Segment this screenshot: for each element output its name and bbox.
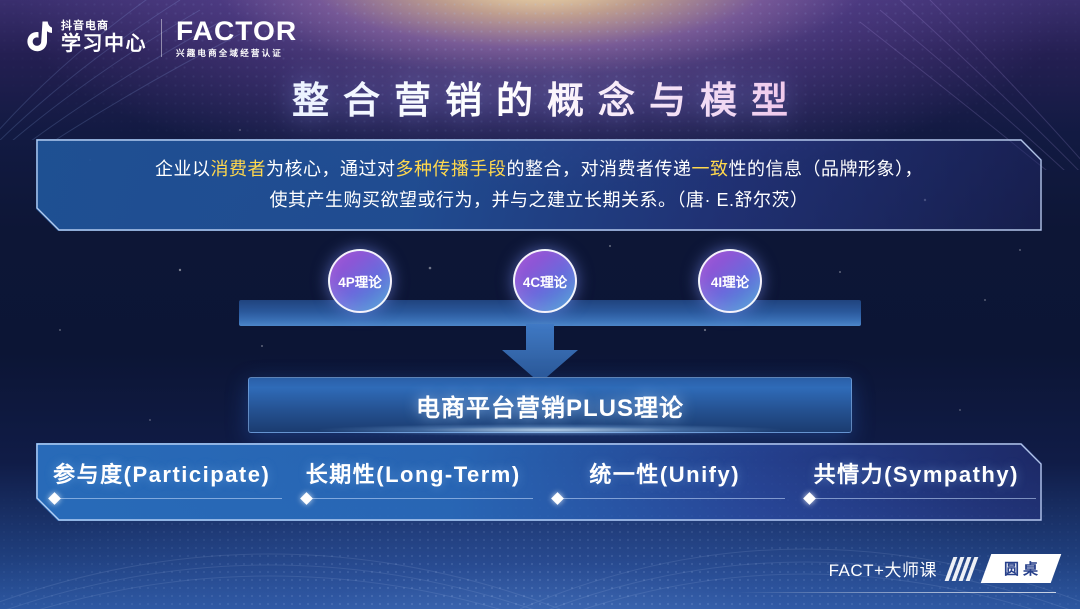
plus-model-glow (320, 424, 780, 436)
page-title: 整合营销的概念与模型 (0, 70, 1080, 124)
down-arrow-icon (502, 324, 578, 383)
definition-panel: 企业以消费者为核心，通过对多种传播手段的整合，对消费者传递一致性的信息（品牌形象… (36, 139, 1042, 231)
factor-wordmark: FACTOR (176, 16, 298, 46)
brand-header: 抖音电商 学习中心 FACTOR 兴趣电商全域经营认证 (22, 14, 296, 62)
term-rule (557, 498, 785, 499)
definition-text-d: 性的信息（品牌形象）， (728, 159, 923, 179)
term-label: 参与度(Participate) (53, 462, 271, 487)
theory-circle-4c[interactable]: 4C理论 (513, 249, 577, 313)
slash-marks-icon (944, 556, 979, 581)
definition-line-1: 企业以消费者为核心，通过对多种传播手段的整合，对消费者传递一致性的信息（品牌形象… (155, 154, 923, 185)
definition-line-2: 使其产生购买欲望或行为，并与之建立长期关系。（唐· E.舒尔茨） (269, 190, 809, 210)
plus-model-label: 电商平台营销PLUS理论 (415, 394, 684, 422)
definition-highlight-channels: 多种传播手段 (395, 159, 507, 179)
term-item-sympathy[interactable]: 共情力(Sympathy) (791, 443, 1043, 505)
term-diamond-marker (551, 492, 564, 505)
term-label: 共情力(Sympathy) (813, 462, 1019, 487)
theory-circle-label: 4P理论 (338, 275, 382, 290)
tiktok-note-icon (22, 21, 53, 55)
footer-course-label: FACT+大师课 (828, 561, 937, 580)
term-diamond-marker (299, 492, 313, 505)
definition-text-b: 为核心，通过对 (266, 159, 396, 179)
term-rule (305, 498, 533, 499)
term-label: 长期性(Long-Term) (305, 462, 521, 487)
header-divider (161, 19, 162, 57)
term-item-participate[interactable]: 参与度(Participate) (36, 443, 288, 505)
theory-circle-label: 4I理论 (710, 275, 750, 290)
footer-tag-badge: 圆桌 (980, 554, 1062, 583)
term-item-long-term[interactable]: 长期性(Long-Term) (288, 443, 540, 505)
term-label: 统一性(Unify) (589, 462, 741, 487)
definition-text-c: 的整合，对消费者传递 (506, 159, 692, 179)
term-diamond-marker (802, 492, 816, 505)
theory-circle-4i[interactable]: 4I理论 (698, 249, 762, 313)
definition-highlight-consistent: 一致 (691, 159, 729, 179)
term-rule (54, 498, 282, 499)
term-rule (808, 498, 1036, 499)
brand-small-label: 抖音电商 (61, 20, 109, 32)
theory-circle-4p[interactable]: 4P理论 (328, 249, 392, 313)
slide-canvas: 抖音电商 学习中心 FACTOR 兴趣电商全域经营认证 整合营销的概念与模型 企… (0, 0, 1080, 609)
footer-tag-label: 圆桌 (1003, 561, 1042, 578)
term-item-unify[interactable]: 统一性(Unify) (539, 443, 791, 505)
definition-text-a: 企业以 (155, 159, 211, 179)
footer-underline (736, 592, 1056, 593)
theory-circle-label: 4C理论 (522, 275, 568, 290)
footer-branding: FACT+大师课 圆桌 (828, 554, 1062, 583)
definition-highlight-consumer: 消费者 (210, 159, 266, 179)
terms-list: 参与度(Participate) 长期性(Long-Term) 统一性(Unif… (36, 443, 1042, 521)
term-diamond-marker (48, 492, 61, 505)
factor-subtitle: 兴趣电商全域经营认证 (176, 48, 284, 58)
factor-lockup: FACTOR 兴趣电商全域经营认证 (176, 17, 296, 59)
brand-chinese-lockup: 抖音电商 学习中心 (61, 20, 147, 56)
brand-big-label: 学习中心 (61, 33, 147, 55)
